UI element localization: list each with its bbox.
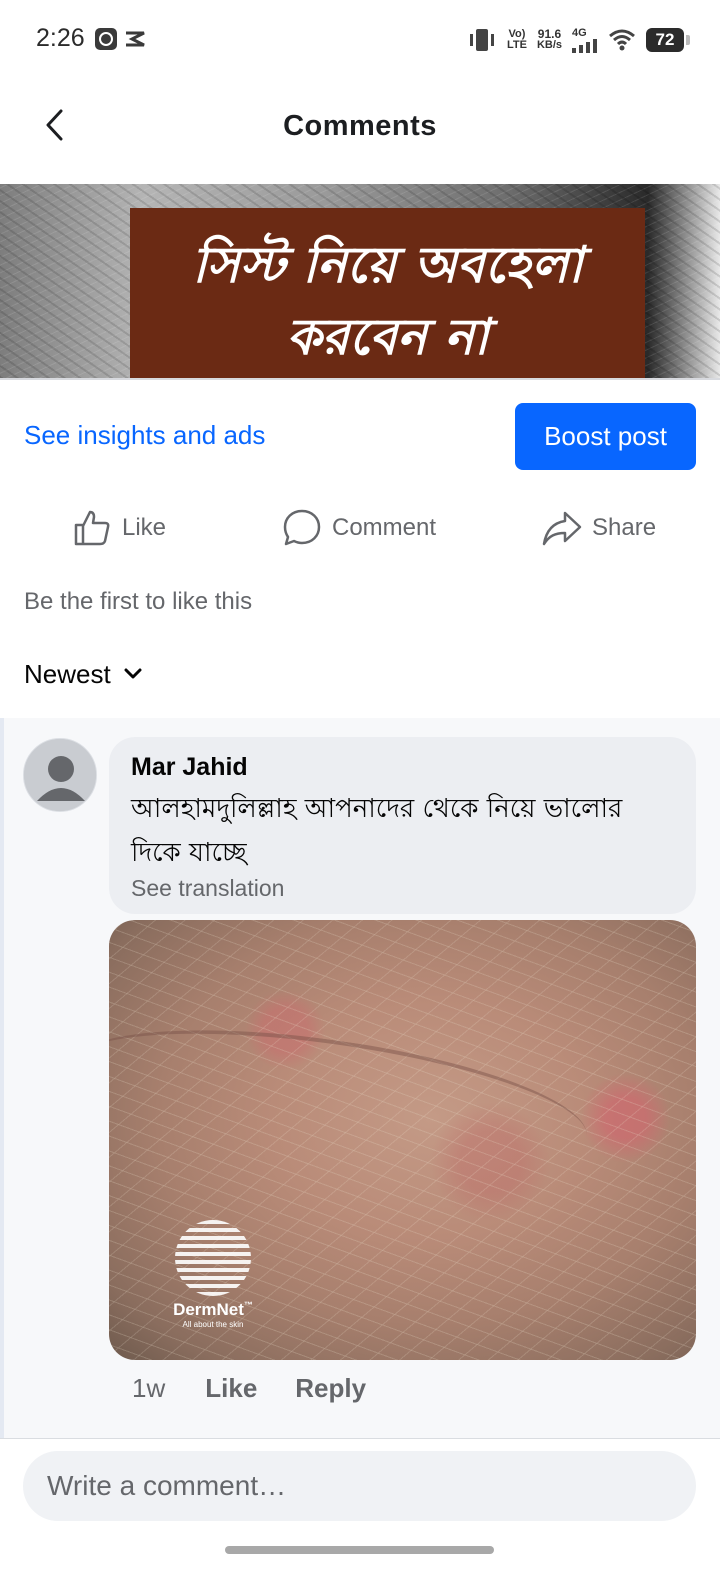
avatar[interactable] [23, 738, 97, 812]
vibrate-icon [469, 29, 494, 51]
comment-composer [0, 1439, 720, 1570]
thumbs-up-icon [74, 510, 110, 546]
messenger-notification-icon [95, 28, 117, 50]
speech-bubble-icon [283, 509, 321, 546]
comment-meta: 1w Like Reply [132, 1370, 366, 1406]
dermnet-logo-icon [175, 1220, 251, 1296]
banner-line-2: করবেন না [286, 308, 489, 366]
battery-indicator: 72 [646, 28, 690, 52]
post-image[interactable]: সিস্ট নিয়ে অবহেলা করবেন না [0, 184, 720, 378]
dermnet-tagline: All about the skin [182, 1320, 244, 1329]
status-time: 2:26 [36, 24, 85, 52]
like-button[interactable]: Like [72, 500, 166, 556]
comment-button[interactable]: Comment [282, 500, 436, 556]
banner-line-1: সিস্ট নিয়ে অবহেলা [192, 236, 583, 294]
like-label: Like [122, 514, 167, 541]
boost-post-button[interactable]: Boost post [515, 403, 696, 470]
see-translation-link[interactable]: See translation [131, 875, 284, 902]
dermnet-trademark: ™ [243, 1300, 253, 1310]
network-speed: 91.6 KB/s [536, 27, 562, 51]
post-divider [0, 378, 720, 380]
capcut-notification-icon [126, 31, 145, 47]
share-label: Share [592, 514, 657, 541]
wifi-icon [609, 29, 635, 51]
share-arrow-icon [542, 511, 582, 546]
see-insights-link[interactable]: See insights and ads [24, 420, 265, 451]
status-indicators: Vo) LTE 91.6 KB/s 4G 72 [467, 24, 690, 56]
post-actions: Like Comment Share [0, 500, 720, 556]
dermnet-watermark: DermNet™ All about the skin [163, 1220, 263, 1329]
comment-bubble[interactable]: Mar Jahid আলহামদুলিল্লাহ আপনাদের থেকে নি… [109, 737, 696, 914]
thread-line [0, 718, 4, 1438]
dermnet-name: DermNet [173, 1300, 244, 1319]
status-bar: 2:26 Vo) LTE 91.6 KB/s 4G 72 [0, 0, 720, 80]
sort-selected-label: Newest [24, 658, 111, 689]
comment-thread: Mar Jahid আলহামদুলিল্লাহ আপনাদের থেকে নি… [0, 718, 720, 1438]
comment-label: Comment [332, 514, 437, 541]
comment-text: আলহামদুলিল্লাহ আপনাদের থেকে নিয়ে ভালোর … [131, 794, 623, 868]
comment-photo[interactable]: DermNet™ All about the skin [109, 920, 696, 1360]
post-banner: সিস্ট নিয়ে অবহেলা করবেন না [130, 208, 645, 378]
likes-summary: Be the first to like this [24, 588, 253, 615]
share-button[interactable]: Share [542, 500, 656, 556]
comment-input[interactable] [23, 1451, 696, 1521]
comment-time: 1w [132, 1372, 166, 1403]
comment-like-button[interactable]: Like [205, 1373, 257, 1404]
page-title: Comments [283, 110, 437, 142]
comment-author[interactable]: Mar Jahid [131, 753, 248, 782]
home-indicator[interactable] [225, 1546, 494, 1554]
signal-bars-icon [572, 38, 597, 53]
volte-indicator: Vo) LTE [506, 28, 527, 51]
chevron-down-icon [124, 668, 142, 679]
default-avatar-icon [24, 739, 96, 811]
signal-indicator: 4G [572, 27, 598, 53]
comment-sort-dropdown[interactable]: Newest [24, 656, 143, 692]
comment-reply-button[interactable]: Reply [295, 1373, 366, 1404]
header: Comments [0, 80, 720, 184]
